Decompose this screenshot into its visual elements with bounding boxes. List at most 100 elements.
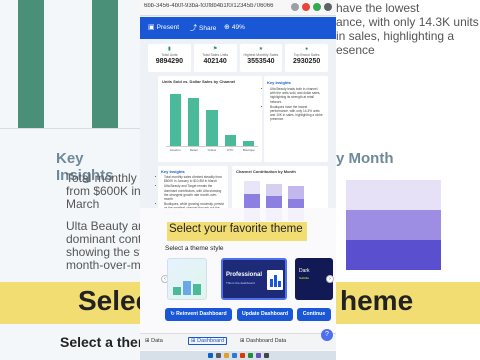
kpi-card: ▮ Total Units 9894290 — [148, 44, 191, 72]
theme-thumb-light[interactable] — [167, 258, 207, 300]
menu-icon[interactable] — [324, 3, 332, 11]
kpi-value: 2930250 — [292, 58, 321, 65]
thumb-bar — [173, 287, 181, 295]
app-panel: 6bb-3456-4b0f-93ba-fc0f8b4b1f0/12345b706… — [140, 0, 336, 360]
present-button[interactable]: ▣ Present — [148, 23, 180, 32]
background-stack — [346, 180, 441, 210]
chart-title: Units Sold vs. Dollar Sales by Channel — [162, 79, 236, 84]
tab-label: Data — [151, 338, 163, 344]
thumb-bar — [270, 279, 273, 287]
start-icon[interactable] — [207, 353, 213, 358]
theme-subtitle: Subtitle — [299, 276, 310, 280]
bar-retail[interactable] — [188, 97, 200, 146]
share-button[interactable]: ⤴ Share — [190, 23, 216, 33]
background-text: month-over-month — [66, 258, 140, 272]
background-bar — [18, 0, 44, 128]
theme-subtitle: This is the dashboard — [226, 281, 255, 285]
zoom-control[interactable]: ⊕ 49% — [224, 23, 245, 32]
star-icon: ★ — [258, 46, 264, 52]
key-insights-card: Key Insights Ulta Beauty leads both in c… — [264, 76, 328, 162]
kpi-value: 9894290 — [155, 58, 183, 65]
kpi-label: Top Brand Sales — [293, 53, 320, 57]
next-theme-button[interactable]: › — [326, 275, 334, 283]
search-icon[interactable] — [215, 353, 221, 358]
kpi-value: 402140 — [203, 58, 227, 65]
insight-item: Total monthly sales climbed steadily fro… — [164, 175, 226, 183]
continue-button[interactable]: Continue — [297, 308, 331, 321]
background-banner-text: heme — [340, 285, 414, 316]
extension-icon[interactable] — [302, 3, 310, 11]
folder-icon[interactable] — [223, 353, 229, 358]
taskbar — [140, 351, 336, 360]
bar-dtc[interactable] — [224, 134, 236, 146]
thumb-card — [267, 270, 283, 290]
office-icon[interactable] — [239, 353, 245, 358]
address-bar[interactable]: 6bb-3456-4b0f-93ba-fc0f8b4b1f0/12345b706… — [140, 0, 336, 16]
background-text: esence — [336, 43, 375, 57]
kpi-value: 3553540 — [247, 58, 275, 65]
theme-name: Dark — [299, 268, 310, 274]
terminal-icon[interactable] — [263, 353, 269, 358]
present-label: Present — [156, 23, 180, 31]
tab-label: Dashboard — [197, 338, 225, 344]
kpi-card: ⚑ Total Sales Units 402140 — [193, 44, 237, 72]
theme-style-label: Select a theme style — [165, 245, 224, 252]
people-icon: ● — [305, 46, 309, 52]
zoom-label: 49% — [231, 23, 245, 31]
background-bar — [92, 0, 118, 128]
insight-item: Ulta Beauty leads both in channel with t… — [270, 87, 324, 104]
button-label: Reinvent Dashboard — [176, 311, 227, 317]
update-dashboard-button[interactable]: Update Dashboard — [237, 308, 293, 321]
tab-dashboard-data[interactable]: ⊞ Dashboard Data — [240, 338, 286, 344]
background-select-theme: Select a them — [60, 334, 151, 350]
chart-title: Channel Contribution by Month — [236, 169, 296, 174]
banner-text: Select your favorite theme — [169, 223, 303, 235]
tab-dashboard[interactable]: ⊞ Dashboard — [188, 337, 228, 345]
insight-item: Boutiques have the lowest performance, w… — [270, 105, 324, 122]
kpi-label: Total Units — [161, 53, 178, 57]
kpi-card: ● Top Brand Sales 2930250 — [285, 44, 328, 72]
sheets-icon[interactable] — [247, 353, 253, 358]
theme-thumb-professional[interactable]: Professional This is the dashboard — [221, 258, 287, 300]
thumb-bar — [274, 275, 277, 287]
insights-title: Key Insights — [161, 169, 185, 174]
chart-icon: ▮ — [167, 46, 171, 52]
reload-icon[interactable] — [291, 3, 299, 11]
tab-data[interactable]: ⊞ Data — [145, 338, 163, 344]
insight-item: Ulta Beauty and Target remain the domina… — [164, 184, 226, 201]
bar-boutique[interactable] — [243, 140, 255, 146]
share-label: Share — [199, 24, 217, 32]
browser-icon[interactable] — [231, 353, 237, 358]
thumb-bar — [183, 281, 191, 295]
bar-amazon[interactable] — [169, 94, 181, 146]
x-tick-label: Retail — [189, 148, 198, 152]
app-icon[interactable] — [255, 353, 261, 358]
tab-label: Dashboard Data — [246, 338, 287, 344]
bar-online[interactable] — [206, 110, 218, 146]
x-tick-label: DTC — [227, 148, 234, 152]
thumb-bar — [278, 281, 281, 287]
kpi-row: ▮ Total Units 9894290 ⚑ Total Sales Unit… — [148, 44, 328, 72]
background-month-title: y Month — [336, 150, 394, 167]
theme-name: Professional — [226, 272, 263, 278]
help-button[interactable]: ? — [321, 329, 333, 341]
zoom-icon: ⊕ — [224, 24, 230, 31]
url-text[interactable]: 6bb-3456-4b0f-93ba-fc0f8b4b1f0/12345b706… — [144, 3, 284, 9]
x-axis-line — [166, 146, 258, 147]
profile-icon[interactable] — [313, 3, 321, 11]
present-icon: ▣ — [148, 24, 155, 31]
x-tick-label: Boutique — [242, 148, 255, 152]
x-tick-label: Online — [207, 148, 217, 152]
background-stack — [346, 240, 441, 270]
reinvent-dashboard-button[interactable]: ↻ Reinvent Dashboard — [165, 308, 232, 321]
x-tick-label: Amazon — [169, 148, 181, 152]
background-divider — [0, 128, 140, 129]
screen: Key Insights Total monthly sales c from … — [0, 0, 480, 360]
kpi-label: Total Sales Units — [202, 53, 229, 57]
background-stack — [346, 210, 441, 240]
sheet-tabs: ⊞ Data ⊞ Dashboard ⊞ Dashboard Data — [140, 333, 336, 350]
kpi-label: Highest Monthly Sales — [243, 53, 279, 57]
kpi-card: ★ Highest Monthly Sales 3553540 — [239, 44, 283, 72]
insights-title: Key Insights — [267, 80, 291, 85]
background-text: March — [66, 197, 100, 211]
